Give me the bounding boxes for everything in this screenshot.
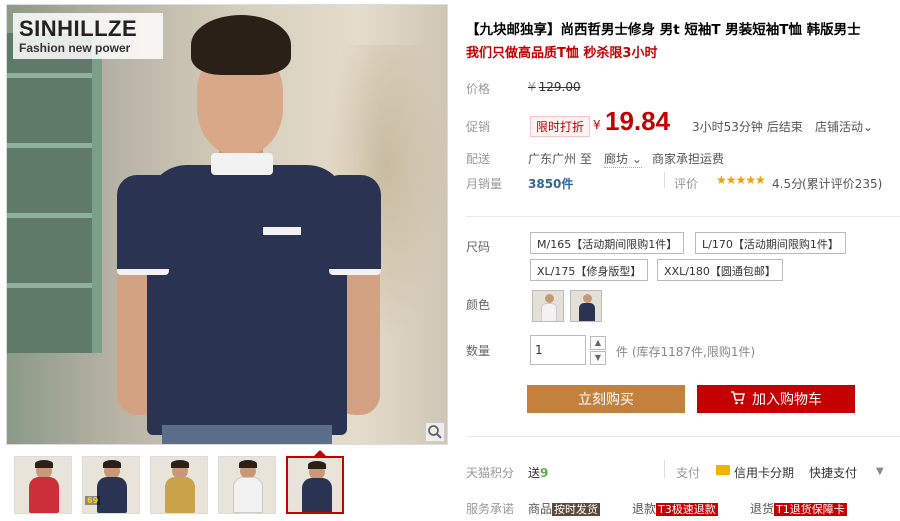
ship-from: 广东广州 至 <box>528 152 592 166</box>
quick-pay[interactable]: 快捷支付 <box>809 464 857 481</box>
review-label: 评价 <box>674 177 699 191</box>
main-product-image[interactable]: SINHILLZE Fashion new power <box>6 4 448 445</box>
thumbnail-image[interactable] <box>286 456 344 514</box>
price-label: 价格 <box>466 82 491 96</box>
ship-to-selector[interactable]: 廊坊 ⌄ <box>604 150 642 168</box>
divider <box>664 172 665 188</box>
model-figure <box>107 5 387 444</box>
divider <box>664 460 665 478</box>
brand-name: SINHILLZE <box>19 16 138 41</box>
thumbnail-image[interactable] <box>218 456 276 514</box>
service-item[interactable]: 退货 T1退货保障卡 <box>750 500 847 517</box>
sale-currency: ¥ <box>593 118 601 132</box>
zoom-icon[interactable] <box>425 422 445 442</box>
quantity-label: 数量 <box>466 344 491 358</box>
product-gallery: SINHILLZE Fashion new power 69 <box>6 4 448 521</box>
promo-label: 促销 <box>466 120 491 134</box>
store-activity-dropdown[interactable]: 店铺活动⌄ <box>815 118 873 135</box>
payment-more-chevron-icon[interactable]: ▼ <box>876 466 884 477</box>
sale-price: 19.84 <box>605 106 671 136</box>
points-label: 天猫积分 <box>466 466 515 480</box>
buy-now-button[interactable]: 立刻购买 <box>527 385 685 413</box>
brand-logo: SINHILLZE Fashion new power <box>13 13 163 59</box>
stock-info: 件 (库存1187件,限购1件) <box>616 345 756 359</box>
product-title: 【九块邮独享】尚西哲男士修身 男t 短袖T 男装短袖T恤 韩版男士 <box>466 22 861 38</box>
product-subtitle: 我们只做高品质T恤 秒杀限3小时 <box>466 46 658 61</box>
size-label: 尺码 <box>466 240 491 254</box>
size-option[interactable]: XL/175【修身版型】 <box>530 259 649 281</box>
original-price: ¥129.00 <box>528 80 581 94</box>
quantity-decrease-button[interactable]: ▼ <box>590 351 606 365</box>
monthly-sales-label: 月销量 <box>466 177 503 191</box>
size-option[interactable]: XXL/180【圆通包邮】 <box>657 259 783 281</box>
promo-tag: 限时打折 <box>530 116 591 137</box>
quantity-input[interactable] <box>530 335 586 365</box>
thumbnail-strip: 69 <box>6 450 448 516</box>
size-option[interactable]: M/165【活动期间限购1件】 <box>530 232 685 254</box>
add-to-cart-label: 加入购物车 <box>752 392 822 408</box>
service-item[interactable]: 商品 按时发货 <box>528 500 601 517</box>
add-to-cart-button[interactable]: 加入购物车 <box>697 385 855 413</box>
thumbnail-badge: 69 <box>85 496 101 505</box>
points-value: 送9 <box>528 466 549 480</box>
price-box: 价格 ¥129.00 促销 限时打折 ¥ 19.84 3小时53分钟 后结束 店… <box>466 68 900 198</box>
thumbnail-image[interactable] <box>14 456 72 514</box>
monthly-sales-value: 3850件 <box>528 177 574 191</box>
cart-icon <box>730 391 746 409</box>
quantity-increase-button[interactable]: ▲ <box>590 336 606 350</box>
product-info-panel: 【九块邮独享】尚西哲男士修身 男t 短袖T 男装短袖T恤 韩版男士 我们只做高品… <box>466 0 900 521</box>
thumbnail-image[interactable]: 69 <box>82 456 140 514</box>
shipping-label: 配送 <box>466 152 491 166</box>
countdown-timer: 3小时53分钟 后结束 <box>692 120 803 134</box>
rating-score: 4.5分 <box>772 177 804 191</box>
credit-card-installment[interactable]: 信用卡分期 <box>734 464 794 481</box>
payment-label: 支付 <box>676 466 701 480</box>
color-option-navy[interactable] <box>570 290 602 322</box>
thumbnail-image[interactable] <box>150 456 208 514</box>
color-option-white[interactable] <box>532 290 564 322</box>
brand-tagline: Fashion new power <box>19 41 131 55</box>
rating-stars-icon: ★★★★★ <box>716 173 766 187</box>
service-item[interactable]: 退款 T3极速退款 <box>632 500 718 517</box>
divider <box>466 436 900 437</box>
review-count-link[interactable]: (累计评价235) <box>802 175 882 192</box>
size-option[interactable]: L/170【活动期间限购1件】 <box>695 232 846 254</box>
color-label: 颜色 <box>466 298 491 312</box>
background-window <box>7 33 102 353</box>
shipping-fee: 商家承担运费 <box>652 152 725 166</box>
credit-card-icon <box>716 465 730 475</box>
service-label: 服务承诺 <box>466 502 515 516</box>
divider <box>466 216 900 217</box>
